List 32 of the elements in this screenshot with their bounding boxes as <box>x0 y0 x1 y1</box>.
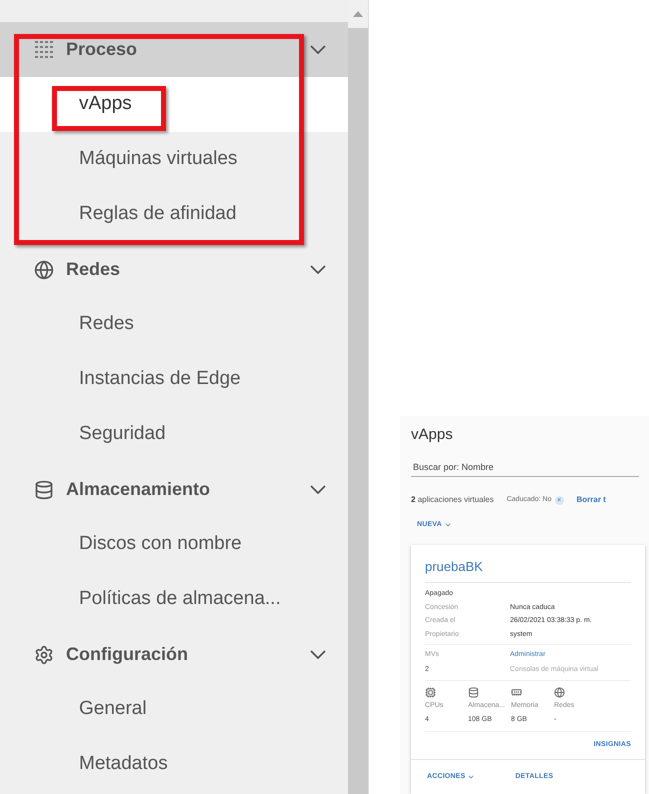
nav-item[interactable]: Instancias de Edge <box>0 352 348 407</box>
cpu-icon <box>425 687 436 698</box>
clear-link[interactable]: Borrar t <box>576 494 606 506</box>
nav-item[interactable]: vApps <box>0 77 348 132</box>
memory-icon <box>511 687 522 698</box>
database-icon <box>34 480 54 500</box>
nav-item[interactable]: Reglas de afinidad <box>0 187 348 242</box>
nav-group-header[interactable]: Redes <box>0 242 348 297</box>
globe-icon <box>34 260 54 280</box>
grid-icon <box>34 40 54 60</box>
database-icon <box>468 687 479 698</box>
nav-group-header[interactable]: Almacenamiento <box>0 462 348 517</box>
nav-item[interactable]: Redes <box>0 297 348 352</box>
nav-item[interactable]: Metadatos <box>0 737 348 792</box>
result-count: 2 aplicaciones virtuales <box>411 494 494 506</box>
globe-icon <box>554 687 565 698</box>
scrollbar[interactable] <box>348 0 368 794</box>
chevron-icon <box>310 650 326 659</box>
chevron-icon <box>310 265 326 274</box>
nav-group-header[interactable]: Configuración <box>0 627 348 682</box>
chevron-icon <box>310 45 326 54</box>
scroll-up-icon[interactable] <box>353 11 363 17</box>
chevron-icon <box>310 485 326 494</box>
nav-item[interactable]: Seguridad <box>0 407 348 462</box>
vapp-name-link[interactable]: pruebaBK <box>425 558 483 574</box>
nav-item[interactable]: Discos con nombre <box>0 517 348 572</box>
nav-item[interactable]: General <box>0 682 348 737</box>
nav-group-header[interactable]: Proceso <box>0 22 348 77</box>
search-field[interactable]: Buscar por: Nombre <box>411 460 639 477</box>
nav-item[interactable]: Políticas de almacena... <box>0 572 348 627</box>
nav-item[interactable]: Máquinas virtuales <box>0 132 348 187</box>
settings-icon <box>34 644 54 664</box>
